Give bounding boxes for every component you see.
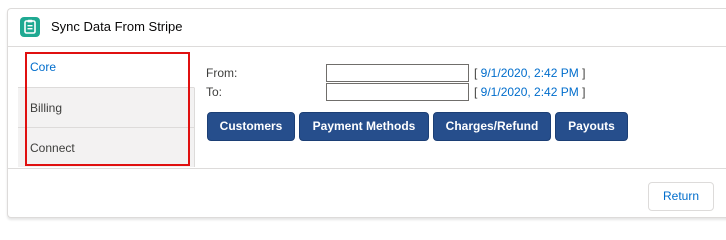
from-date-hint: [ 9/1/2020, 2:42 PM ] xyxy=(474,66,585,80)
vertical-tabs: Core Billing Connect xyxy=(18,47,195,167)
from-date-prefix: [ xyxy=(474,66,481,80)
to-date-link[interactable]: 9/1/2020, 2:42 PM xyxy=(481,85,579,99)
to-date-suffix: ] xyxy=(578,85,586,99)
return-button[interactable]: Return xyxy=(648,182,714,211)
to-date-hint: [ 9/1/2020, 2:42 PM ] xyxy=(474,85,585,99)
card-header: Sync Data From Stripe xyxy=(8,9,726,45)
to-date-prefix: [ xyxy=(474,85,481,99)
from-label: From: xyxy=(206,66,238,80)
tab-billing[interactable]: Billing xyxy=(18,88,194,128)
from-date-suffix: ] xyxy=(578,66,586,80)
from-date-link[interactable]: 9/1/2020, 2:42 PM xyxy=(481,66,579,80)
clipboard-icon xyxy=(20,17,40,37)
payouts-button[interactable]: Payouts xyxy=(555,112,628,141)
tab-core[interactable]: Core xyxy=(18,47,195,88)
payment-methods-button[interactable]: Payment Methods xyxy=(299,112,429,141)
customers-button[interactable]: Customers xyxy=(207,112,295,141)
page-title: Sync Data From Stripe xyxy=(51,19,183,34)
to-label: To: xyxy=(206,85,223,99)
from-date-input[interactable] xyxy=(326,64,469,82)
tab-connect[interactable]: Connect xyxy=(18,128,194,168)
to-date-input[interactable] xyxy=(326,83,469,101)
charges-refund-button[interactable]: Charges/Refund xyxy=(433,112,551,141)
